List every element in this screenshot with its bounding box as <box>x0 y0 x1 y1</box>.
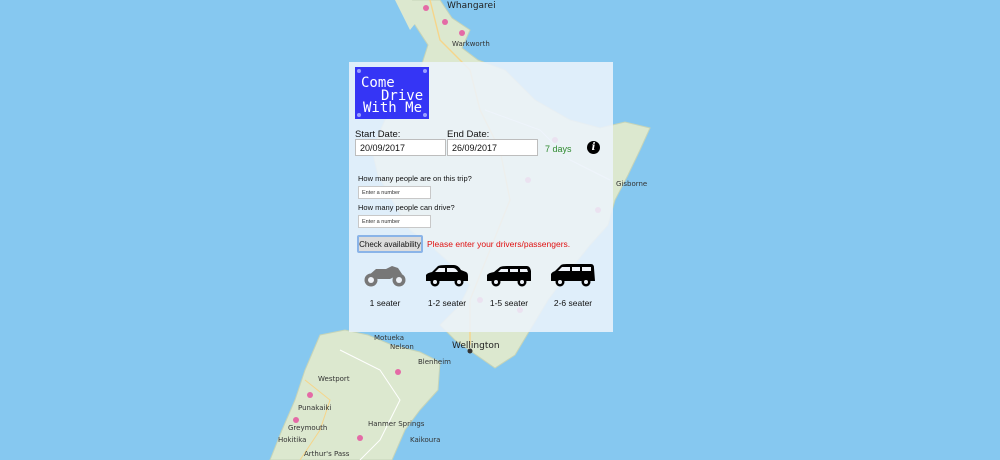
vehicle-minivan[interactable]: 2-6 seater <box>543 262 603 308</box>
map-label-hanmer: Hanmer Springs <box>368 420 425 428</box>
map-label-greymouth: Greymouth <box>288 424 328 432</box>
minivan-icon <box>551 264 595 287</box>
vehicle-station-wagon[interactable]: 1-5 seater <box>479 262 539 308</box>
vehicle-label: 1 seater <box>369 298 401 308</box>
logo: Come Drive With Me <box>355 67 429 119</box>
motorcycle-icon <box>364 266 406 287</box>
map-label-gisborne: Gisborne <box>616 180 648 188</box>
small-car-icon <box>426 265 468 287</box>
map-label-westport: Westport <box>318 375 350 383</box>
map-label-blenheim: Blenheim <box>418 358 451 366</box>
vehicle-motorcycle[interactable]: 1 seater <box>355 262 415 308</box>
booking-panel: Come Drive With Me Start Date: End Date:… <box>349 62 613 332</box>
map-label-hokitika: Hokitika <box>278 436 307 444</box>
people-question: How many people are on this trip? <box>358 174 472 183</box>
end-date-input[interactable] <box>447 139 538 156</box>
drivers-question: How many people can drive? <box>358 203 455 212</box>
map-label-kaikoura: Kaikoura <box>410 436 441 444</box>
map-label-arthurs-pass: Arthur's Pass <box>304 450 350 458</box>
people-input[interactable] <box>358 186 431 199</box>
start-date-input[interactable] <box>355 139 446 156</box>
map-label-motueka: Motueka <box>374 334 405 342</box>
map-label-nelson: Nelson <box>390 343 414 351</box>
map-label-wellington: Wellington <box>452 341 500 351</box>
vehicle-label: 1-5 seater <box>489 298 529 308</box>
trip-days: 7 days <box>545 144 572 154</box>
drivers-input[interactable] <box>358 215 431 228</box>
vehicle-label: 1-2 seater <box>427 298 467 308</box>
map-label-punakaiki: Punakaiki <box>298 404 332 412</box>
vehicle-label: 2-6 seater <box>553 298 593 308</box>
map-label-warkworth: Warkworth <box>452 40 490 48</box>
vehicle-small-car[interactable]: 1-2 seater <box>417 262 477 308</box>
error-message: Please enter your drivers/passengers. <box>427 239 571 249</box>
map-label-whangarei: Whangarei <box>447 1 496 11</box>
check-availability-button[interactable]: Check availability <box>357 235 423 253</box>
info-icon[interactable]: i <box>587 141 600 154</box>
logo-line-3: With Me <box>363 100 423 116</box>
station-wagon-icon <box>487 266 531 287</box>
